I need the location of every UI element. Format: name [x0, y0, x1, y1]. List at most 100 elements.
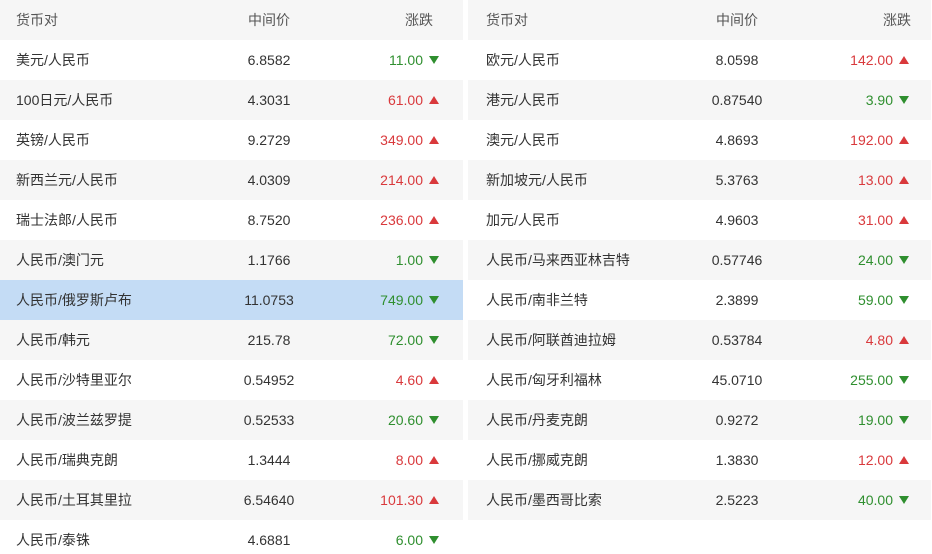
triangle-down-icon [899, 96, 909, 104]
table-row[interactable]: 港元/人民币 0.87540 3.90 [468, 80, 931, 120]
change-cell: 13.00 [858, 172, 909, 188]
table-row[interactable]: 新加坡元/人民币 5.3763 13.00 [468, 160, 931, 200]
change-value: 72.00 [387, 332, 423, 348]
triangle-down-icon [899, 496, 909, 504]
change-value: 8.00 [395, 452, 423, 468]
table-row[interactable]: 瑞士法郎/人民币 8.7520 236.00 [0, 200, 463, 240]
table-row[interactable]: 100日元/人民币 4.3031 61.00 [0, 80, 463, 120]
table-row[interactable]: 人民币/挪威克朗 1.3830 12.00 [468, 440, 931, 480]
change-cell: 6.00 [396, 532, 439, 548]
triangle-up-icon [899, 176, 909, 184]
table-row[interactable]: 英镑/人民币 9.2729 349.00 [0, 120, 463, 160]
currency-pair[interactable]: 瑞士法郎/人民币 [16, 210, 118, 230]
change-value: 3.90 [865, 92, 893, 108]
table-row[interactable]: 人民币/南非兰特 2.3899 59.00 [468, 280, 931, 320]
change-cell: 40.00 [858, 492, 909, 508]
triangle-up-icon [899, 336, 909, 344]
currency-pair[interactable]: 人民币/澳门元 [16, 250, 104, 270]
table-row[interactable]: 人民币/马来西亚林吉特 0.57746 24.00 [468, 240, 931, 280]
triangle-down-icon [429, 256, 439, 264]
table-row[interactable]: 人民币/阿联酋迪拉姆 0.53784 4.80 [468, 320, 931, 360]
change-value: 142.00 [850, 52, 893, 68]
currency-pair[interactable]: 100日元/人民币 [16, 90, 113, 110]
change-value: 101.30 [380, 492, 423, 508]
triangle-up-icon [899, 136, 909, 144]
change-value: 214.00 [380, 172, 423, 188]
change-cell: 72.00 [388, 332, 439, 348]
table-row[interactable]: 人民币/澳门元 1.1766 1.00 [0, 240, 463, 280]
mid-price: 6.54640 [243, 492, 295, 508]
triangle-up-icon [429, 96, 439, 104]
change-value: 1.00 [395, 252, 423, 268]
table-row[interactable]: 人民币/丹麦克朗 0.9272 19.00 [468, 400, 931, 440]
change-cell: 192.00 [850, 132, 909, 148]
currency-pair[interactable]: 人民币/南非兰特 [486, 290, 588, 310]
table-row[interactable]: 人民币/墨西哥比索 2.5223 40.00 [468, 480, 931, 520]
change-value: 13.00 [857, 172, 893, 188]
currency-pair[interactable]: 人民币/泰铢 [16, 530, 90, 550]
change-cell: 4.80 [866, 332, 909, 348]
table-row[interactable]: 人民币/俄罗斯卢布 11.0753 749.00 [0, 280, 463, 320]
change-value: 40.00 [857, 492, 893, 508]
mid-price: 2.3899 [715, 292, 759, 308]
currency-pair[interactable]: 美元/人民币 [16, 50, 90, 70]
table-row[interactable]: 人民币/波兰兹罗提 0.52533 20.60 [0, 400, 463, 440]
mid-price: 4.9603 [715, 212, 759, 228]
mid-price: 2.5223 [715, 492, 759, 508]
change-cell: 31.00 [858, 212, 909, 228]
currency-pair[interactable]: 人民币/阿联酋迪拉姆 [486, 330, 616, 350]
currency-pair[interactable]: 人民币/马来西亚林吉特 [486, 250, 630, 270]
change-cell: 61.00 [388, 92, 439, 108]
mid-price: 4.0309 [247, 172, 291, 188]
table-row[interactable]: 人民币/泰铢 4.6881 6.00 [0, 520, 463, 554]
triangle-down-icon [429, 336, 439, 344]
currency-pair[interactable]: 人民币/土耳其里拉 [16, 490, 132, 510]
currency-pair[interactable]: 人民币/俄罗斯卢布 [16, 290, 132, 310]
mid-price: 4.6881 [247, 532, 291, 548]
triangle-up-icon [429, 496, 439, 504]
triangle-up-icon [899, 56, 909, 64]
change-value: 31.00 [857, 212, 893, 228]
header-mid: 中间价 [716, 12, 758, 28]
table-row[interactable]: 澳元/人民币 4.8693 192.00 [468, 120, 931, 160]
currency-pair[interactable]: 人民币/瑞典克朗 [16, 450, 118, 470]
change-cell: 214.00 [380, 172, 439, 188]
currency-pair[interactable]: 欧元/人民币 [486, 50, 560, 70]
table-row[interactable]: 美元/人民币 6.8582 11.00 [0, 40, 463, 80]
change-value: 4.80 [865, 332, 893, 348]
currency-pair[interactable]: 人民币/墨西哥比索 [486, 490, 602, 510]
currency-pair[interactable]: 人民币/波兰兹罗提 [16, 410, 132, 430]
mid-price: 8.7520 [247, 212, 291, 228]
change-cell: 142.00 [850, 52, 909, 68]
mid-price: 1.1766 [247, 252, 291, 268]
triangle-down-icon [899, 256, 909, 264]
change-value: 749.00 [380, 292, 423, 308]
table-row[interactable]: 人民币/土耳其里拉 6.54640 101.30 [0, 480, 463, 520]
currency-pair[interactable]: 人民币/沙特里亚尔 [16, 370, 132, 390]
currency-pair[interactable]: 港元/人民币 [486, 90, 560, 110]
currency-pair[interactable]: 新西兰元/人民币 [16, 170, 118, 190]
mid-price: 45.0710 [711, 372, 763, 388]
change-value: 4.60 [395, 372, 423, 388]
currency-pair[interactable]: 人民币/丹麦克朗 [486, 410, 588, 430]
table-row[interactable]: 人民币/瑞典克朗 1.3444 8.00 [0, 440, 463, 480]
currency-pair[interactable]: 澳元/人民币 [486, 130, 560, 150]
mid-price: 11.0753 [244, 292, 294, 308]
currency-pair[interactable]: 新加坡元/人民币 [486, 170, 588, 190]
currency-pair[interactable]: 加元/人民币 [486, 210, 560, 230]
mid-price: 9.2729 [247, 132, 291, 148]
triangle-up-icon [429, 456, 439, 464]
table-row[interactable]: 人民币/韩元 215.78 72.00 [0, 320, 463, 360]
currency-pair[interactable]: 人民币/匈牙利福林 [486, 370, 602, 390]
table-row[interactable]: 加元/人民币 4.9603 31.00 [468, 200, 931, 240]
change-value: 192.00 [850, 132, 893, 148]
currency-pair[interactable]: 人民币/韩元 [16, 330, 90, 350]
table-row[interactable]: 新西兰元/人民币 4.0309 214.00 [0, 160, 463, 200]
triangle-down-icon [899, 416, 909, 424]
currency-pair[interactable]: 英镑/人民币 [16, 130, 90, 150]
table-row[interactable]: 人民币/沙特里亚尔 0.54952 4.60 [0, 360, 463, 400]
table-row[interactable]: 欧元/人民币 8.0598 142.00 [468, 40, 931, 80]
table-row[interactable]: 人民币/匈牙利福林 45.0710 255.00 [468, 360, 931, 400]
currency-pair[interactable]: 人民币/挪威克朗 [486, 450, 588, 470]
mid-price: 0.53784 [711, 332, 763, 348]
